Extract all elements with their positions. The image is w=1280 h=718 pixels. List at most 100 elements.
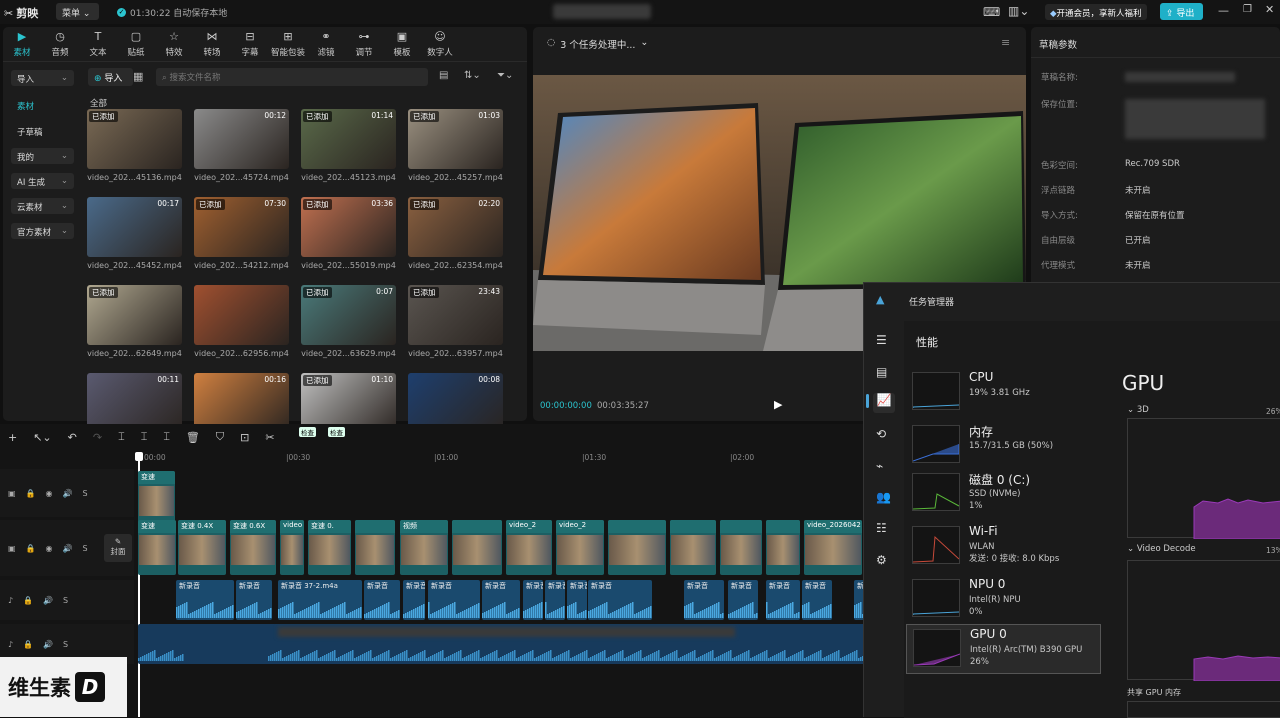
audio-clip[interactable]: 新录音 (728, 580, 758, 620)
tool-tab-4[interactable]: ☆ 特效 (155, 30, 193, 60)
tm-item-3[interactable]: Wi-Fi WLAN 发送: 0 接收: 8.0 Kbps (906, 522, 1101, 572)
tool-tab-0[interactable]: ▶ 素材 (3, 30, 41, 60)
media-thumbnail[interactable]: 已添加 07:30 (194, 197, 289, 257)
hamburger-icon[interactable]: ☰ (876, 333, 887, 347)
sidebar-item-2[interactable]: 子草稿 (11, 123, 74, 139)
redo-icon[interactable]: ↷ (93, 431, 102, 444)
media-thumbnail[interactable]: 00:12 (194, 109, 289, 169)
audio-clip[interactable]: 新录音 (588, 580, 652, 620)
sidebar-item-6[interactable]: 官方素材 ⌄ (11, 223, 74, 239)
tool-tab-6[interactable]: ⊟ 字幕 (231, 30, 269, 60)
member-button[interactable]: ◆开通会员，享新人福利 (1045, 4, 1147, 20)
task-status[interactable]: ◌ 3 个任务处理中... ⌄ (547, 37, 648, 51)
solo-label[interactable]: S (82, 544, 87, 553)
tm-item-5[interactable]: GPU 0 Intel(R) Arc(TM) B390 GPU 26% (906, 624, 1101, 674)
audio-clip[interactable]: 新录音 (364, 580, 400, 620)
cover-button[interactable]: ✎ 封面 (104, 534, 132, 562)
tool-tab-8[interactable]: ⚭ 滤镜 (307, 30, 345, 60)
audio-clip[interactable]: 新录音 (523, 580, 543, 620)
import-button[interactable]: ⊕ 导入 (88, 68, 133, 86)
play-icon[interactable]: ▶ (774, 398, 782, 411)
media-thumbnail[interactable]: 已添加 (87, 109, 182, 169)
menu-icon[interactable]: ≡ (1001, 36, 1010, 49)
startup-icon[interactable]: ⌁ (876, 459, 883, 473)
media-thumbnail[interactable]: 已添加 (87, 285, 182, 345)
minimize-icon[interactable]: — (1218, 4, 1229, 17)
view-toggle-icon[interactable]: ▤ (439, 70, 448, 81)
select-tool-icon[interactable]: ↖⌄ (33, 431, 51, 444)
export-button[interactable]: ⇪ 导出 (1160, 3, 1203, 20)
tool-tab-7[interactable]: ⊞ 智能包装 (269, 30, 307, 60)
users-icon[interactable]: 👥 (876, 490, 891, 504)
caption-icon[interactable]: ⊡ (240, 431, 249, 444)
tm-item-4[interactable]: NPU 0 Intel(R) NPU 0% (906, 575, 1101, 625)
video-clip[interactable]: 变速 0.6X (230, 520, 276, 575)
video-clip[interactable]: video_2 (506, 520, 552, 575)
time-ruler[interactable]: 00:00 |00:30 |01:00 |01:30 |02:00 (138, 452, 870, 466)
processes-icon[interactable]: ▤ (876, 365, 887, 379)
audio-clip[interactable]: 新录音 (403, 580, 425, 620)
audio-clip[interactable]: 新录音 (236, 580, 272, 620)
sort-icon[interactable]: ⇅⌄ (464, 70, 481, 81)
media-thumbnail[interactable] (194, 285, 289, 345)
audio-clip[interactable]: 新录音 (567, 580, 587, 620)
media-thumbnail[interactable]: 00:17 (87, 197, 182, 257)
maximize-icon[interactable]: ❐ (1243, 4, 1252, 15)
tool-tab-9[interactable]: ⊶ 调节 (345, 30, 383, 60)
media-thumbnail[interactable]: 已添加 0:07 (301, 285, 396, 345)
media-thumbnail[interactable]: 已添加 03:36 (301, 197, 396, 257)
close-icon[interactable]: ✕ (1265, 3, 1274, 16)
media-thumbnail[interactable]: 已添加 01:14 (301, 109, 396, 169)
video-clip[interactable]: video_2026042 (804, 520, 862, 575)
sidebar-item-3[interactable]: 我的 ⌄ (11, 148, 74, 164)
tm-item-1[interactable]: 内存 15.7/31.5 GB (50%) (906, 421, 1101, 471)
audio-clip[interactable]: 新录音 (482, 580, 520, 620)
menu-button[interactable]: 菜单 ⌄ (56, 3, 99, 20)
tool-tab-10[interactable]: ▣ 模板 (383, 30, 421, 60)
video-clip[interactable]: 变速 (138, 520, 176, 575)
video-clip[interactable]: video_2 (556, 520, 604, 575)
sidebar-item-1[interactable]: 素材 (11, 97, 74, 113)
video-clip[interactable] (355, 520, 395, 575)
filter-icon[interactable]: ⏷⌄ (497, 70, 513, 81)
audio-clip[interactable]: 新录音 (176, 580, 234, 620)
video-clip[interactable]: 变速 0. (308, 520, 351, 575)
lock-icon[interactable]: 🔒 (26, 544, 36, 553)
keyboard-icon[interactable]: ⌨ (983, 5, 1000, 19)
video-clip[interactable]: 视频 (400, 520, 448, 575)
eye-icon[interactable]: ◉ (46, 489, 53, 498)
shield-icon[interactable]: ⛉ (216, 430, 224, 444)
split-left-icon[interactable]: ⌶ (141, 430, 148, 444)
playhead-handle[interactable] (135, 452, 143, 461)
video-clip[interactable] (720, 520, 762, 575)
tool-tab-5[interactable]: ⋈ 转场 (193, 30, 231, 60)
audio-clip[interactable] (138, 624, 865, 664)
volume-icon[interactable]: 🔊 (43, 596, 53, 605)
volume-icon[interactable]: 🔊 (43, 640, 53, 649)
cut-icon[interactable]: ✂ (265, 431, 274, 444)
media-thumbnail[interactable]: 已添加 23:43 (408, 285, 503, 345)
sidebar-item-5[interactable]: 云素材 ⌄ (11, 198, 74, 214)
layout-icon[interactable]: ▥⌄ (1008, 4, 1029, 18)
performance-icon[interactable]: 📈 (873, 393, 895, 413)
video-clip[interactable] (766, 520, 800, 575)
delete-icon[interactable]: 🗑 (186, 431, 200, 444)
eye-icon[interactable]: ◉ (46, 544, 53, 553)
project-name[interactable] (553, 4, 651, 19)
video-clip[interactable] (608, 520, 666, 575)
video-clip[interactable]: 变速 (138, 471, 175, 526)
search-input[interactable]: ⌕ 搜索文件名称 (156, 68, 428, 86)
tool-tab-3[interactable]: ▢ 贴纸 (117, 30, 155, 60)
tool-tab-1[interactable]: ◷ 音频 (41, 30, 79, 60)
grid-view-icon[interactable]: ▦ (133, 70, 143, 83)
audio-clip[interactable]: 新录音 (428, 580, 480, 620)
split-icon[interactable]: ⌶ (118, 430, 125, 444)
audio-clip[interactable]: 新录音 (545, 580, 565, 620)
video-clip[interactable] (452, 520, 502, 575)
solo-label[interactable]: S (82, 489, 87, 498)
audio-clip[interactable]: 新录音 (684, 580, 724, 620)
sidebar-item-4[interactable]: AI 生成 ⌄ (11, 173, 74, 189)
sidebar-item-0[interactable]: 导入 ⌄ (11, 70, 74, 86)
add-track-icon[interactable]: + (8, 431, 17, 444)
solo-label[interactable]: S (63, 640, 68, 649)
